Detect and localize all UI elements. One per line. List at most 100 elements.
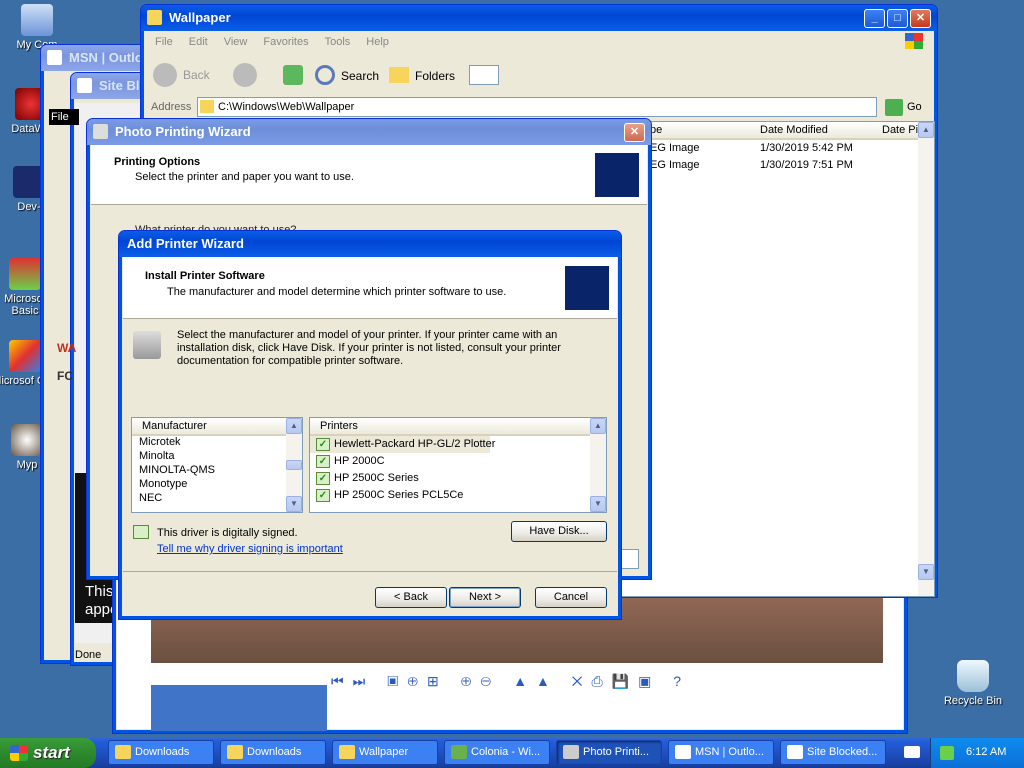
manufacturer-list[interactable]: Manufacturer Microtek Minolta MINOLTA-QM… xyxy=(131,417,303,513)
manufacturer-item[interactable]: Monotype xyxy=(132,478,302,492)
manufacturer-item[interactable]: NEC xyxy=(132,492,302,506)
keyboard-icon[interactable] xyxy=(904,746,920,758)
wizard-printer-icon xyxy=(593,151,641,199)
computer-icon xyxy=(21,4,53,36)
explorer-minimize-button[interactable]: _ xyxy=(864,9,885,28)
photo-wizard-close-button[interactable]: ✕ xyxy=(624,123,645,142)
scroll-up-button[interactable]: ▲ xyxy=(918,122,934,138)
column-date-picture[interactable]: Date Pi xyxy=(882,124,918,136)
colonia-toolbar: ⏮⏭ ▣⊕⊞ ⊕⊖ ▲▲ ✕⎙💾▣ ? xyxy=(331,673,691,689)
start-button[interactable]: start xyxy=(0,738,96,768)
file-row[interactable]: EG Image 1/30/2019 7:51 PM xyxy=(650,159,853,171)
ie-icon xyxy=(77,78,92,93)
folder-icon xyxy=(339,745,355,759)
signed-check-icon: ✓ xyxy=(316,472,330,485)
signed-check-icon: ✓ xyxy=(316,489,330,502)
back-button[interactable]: Back xyxy=(153,63,233,87)
ms-cpp-icon xyxy=(9,340,41,372)
views-button[interactable] xyxy=(469,65,499,85)
go-arrow-icon xyxy=(885,99,903,116)
file-list-scrollbar[interactable]: ▲ ▼ xyxy=(918,122,934,596)
add-printer-titlebar[interactable]: Add Printer Wizard xyxy=(119,231,621,257)
add-printer-window[interactable]: Add Printer Wizard Install Printer Softw… xyxy=(118,230,622,620)
column-date-modified[interactable]: Date Modified xyxy=(760,124,828,136)
forward-button[interactable] xyxy=(233,63,257,87)
menu-file[interactable]: File xyxy=(155,36,173,48)
explorer-menubar: File Edit View Favorites Tools Help xyxy=(155,36,405,48)
menu-help[interactable]: Help xyxy=(366,36,389,48)
address-bar[interactable]: C:\Windows\Web\Wallpaper xyxy=(197,97,877,117)
manufacturer-scroll-thumb[interactable] xyxy=(286,460,302,470)
image-viewer-icon xyxy=(451,745,467,759)
siteblock-text-fc: FC xyxy=(57,369,73,383)
address-label: Address xyxy=(151,101,192,113)
folders-icon xyxy=(389,67,409,83)
driver-signed-icon xyxy=(133,525,149,539)
go-button[interactable]: Go xyxy=(885,99,922,116)
windows-flag-icon xyxy=(10,745,28,761)
network-icon[interactable] xyxy=(940,746,954,760)
printer-item[interactable]: ✓ HP 2500C Series PCL5Ce xyxy=(310,487,606,504)
taskbar-item-msn[interactable]: MSN | Outlo... xyxy=(668,740,774,765)
add-printer-wizard-icon xyxy=(563,264,611,312)
ie-icon xyxy=(675,745,691,759)
manufacturer-scroll-up[interactable]: ▲ xyxy=(286,418,302,434)
taskbar-item-site-blocked[interactable]: Site Blocked... xyxy=(780,740,886,765)
explorer-close-button[interactable]: ✕ xyxy=(910,9,931,28)
menu-view[interactable]: View xyxy=(224,36,248,48)
add-printer-heading: Install Printer Software xyxy=(145,270,265,282)
manufacturer-item[interactable]: MINOLTA-QMS xyxy=(132,464,302,478)
manufacturer-header[interactable]: Manufacturer xyxy=(132,418,302,436)
signed-check-icon: ✓ xyxy=(316,438,330,451)
scroll-down-button[interactable]: ▼ xyxy=(918,564,934,580)
ms-basic-icon xyxy=(9,258,41,290)
add-printer-subheading: The manufacturer and model determine whi… xyxy=(167,286,507,298)
driver-signed-text: This driver is digitally signed. xyxy=(157,527,298,539)
siteblock-file-menu[interactable]: File xyxy=(49,109,79,125)
manufacturer-scrollbar[interactable]: ▲ ▼ xyxy=(286,418,302,512)
desktop-icon-recycle-bin[interactable]: Recycle Bin xyxy=(938,660,1008,707)
taskbar-item-photo-printing[interactable]: Photo Printi... xyxy=(556,740,662,765)
printer-item-selected[interactable]: ✓ Hewlett-Packard HP-GL/2 Plotter xyxy=(310,436,495,453)
menu-favorites[interactable]: Favorites xyxy=(263,36,308,48)
driver-signing-link[interactable]: Tell me why driver signing is important xyxy=(157,543,343,555)
folder-icon xyxy=(227,745,243,759)
printer-small-icon xyxy=(133,331,161,359)
taskbar-item-wallpaper[interactable]: Wallpaper xyxy=(332,740,438,765)
clock[interactable]: 6:12 AM xyxy=(966,746,1006,758)
explorer-maximize-button[interactable]: □ xyxy=(887,9,908,28)
siteblock-text-this: This xyxy=(85,583,114,600)
printers-scroll-down[interactable]: ▼ xyxy=(590,496,606,512)
ie-icon xyxy=(787,745,803,759)
printers-scroll-up[interactable]: ▲ xyxy=(590,418,606,434)
menu-edit[interactable]: Edit xyxy=(189,36,208,48)
have-disk-button[interactable]: Have Disk... xyxy=(511,521,607,542)
printer-icon xyxy=(563,745,579,759)
explorer-titlebar[interactable]: Wallpaper xyxy=(141,5,937,31)
taskbar-item-downloads-1[interactable]: Downloads xyxy=(108,740,214,765)
printer-icon xyxy=(93,124,108,139)
printer-item[interactable]: ✓ HP 2000C xyxy=(310,453,606,470)
manufacturer-item[interactable]: Microtek xyxy=(132,436,302,450)
printers-scrollbar[interactable]: ▲ ▼ xyxy=(590,418,606,512)
search-button[interactable]: Search xyxy=(315,65,379,87)
file-row[interactable]: EG Image 1/30/2019 5:42 PM xyxy=(650,142,853,154)
photo-wizard-subheading: Select the printer and paper you want to… xyxy=(135,171,354,183)
menu-tools[interactable]: Tools xyxy=(325,36,351,48)
manufacturer-scroll-down[interactable]: ▼ xyxy=(286,496,302,512)
next-wizard-button[interactable]: Next > xyxy=(449,587,521,608)
photo-wizard-heading: Printing Options xyxy=(114,156,201,168)
taskbar-item-colonia[interactable]: Colonia - Wi... xyxy=(444,740,550,765)
folders-button[interactable]: Folders xyxy=(389,65,455,87)
back-arrow-icon xyxy=(153,63,177,87)
siteblock-text-wa: WA xyxy=(57,341,77,355)
up-folder-icon[interactable] xyxy=(283,65,303,85)
cancel-wizard-button[interactable]: Cancel xyxy=(535,587,607,608)
manufacturer-item[interactable]: Minolta xyxy=(132,450,302,464)
photo-wizard-titlebar[interactable]: Photo Printing Wizard xyxy=(87,119,651,145)
printers-list[interactable]: Printers ✓ Hewlett-Packard HP-GL/2 Plotte… xyxy=(309,417,607,513)
printers-header[interactable]: Printers xyxy=(310,418,606,436)
back-wizard-button[interactable]: < Back xyxy=(375,587,447,608)
taskbar-item-downloads-2[interactable]: Downloads xyxy=(220,740,326,765)
printer-item[interactable]: ✓ HP 2500C Series xyxy=(310,470,606,487)
